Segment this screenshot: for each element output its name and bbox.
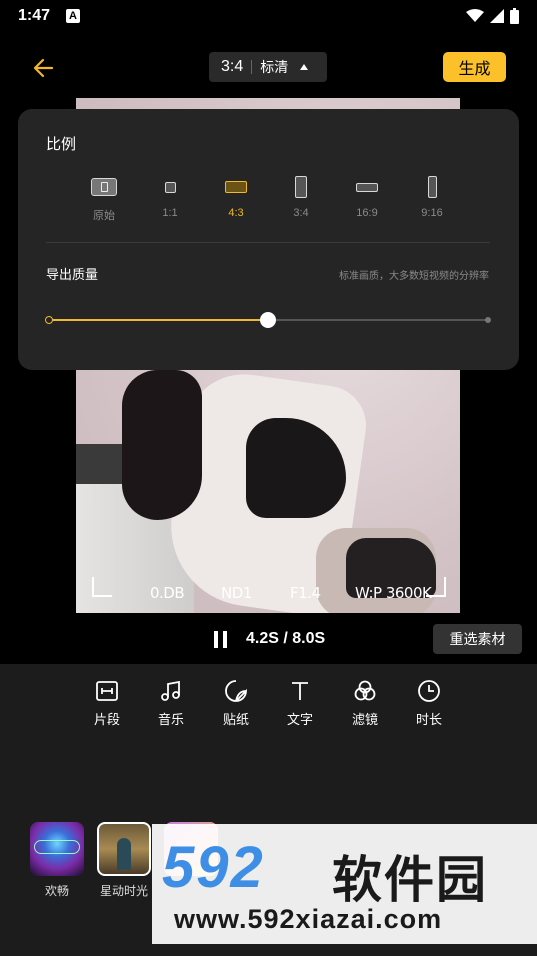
music-thumb [30,822,84,876]
back-button[interactable] [28,54,60,82]
playback-row: 4.2S / 8.0S 重选素材 [0,622,537,656]
quality-value: 标清 [260,59,289,75]
music-item-label: 欢畅 [44,884,69,898]
playback-time: 4.2S / 8.0S [246,630,326,647]
cam-overlay-wb: W:P 3600K [355,584,432,602]
tool-label-music: 音乐 [157,712,184,727]
ratio-popup: 比例 原始 1:1 4:3 3:4 16:9 9:16 导出质量 标准画质，大多… [18,109,519,370]
ratio-label-3-4: 3:4 [293,207,309,219]
ratio-label-4-3: 4:3 [228,207,244,219]
ratio-option-1-1[interactable]: 1:1 [144,175,196,219]
watermark-url: www.592xiazai.com [174,904,443,934]
notification-icon: A [66,9,81,23]
dropdown-divider [251,60,253,74]
quality-title: 导出质量 [46,267,99,282]
ratio-9-16-icon [427,176,437,198]
cam-overlay-f: F1.4 [290,584,321,602]
ratio-label-1-1: 1:1 [162,207,178,219]
tool-sticker[interactable]: 贴纸 [211,678,261,728]
video-figure-hair [122,370,202,520]
ratio-16-9-icon [356,182,378,192]
tool-label-clip: 片段 [93,712,120,727]
tool-label-text: 文字 [286,712,313,727]
ratio-option-original[interactable]: 原始 [78,175,130,223]
cam-overlay-db: 0.DB [150,584,185,602]
viewfinder-corner-bl [92,577,112,597]
filter-icon [354,680,376,701]
ratio-3-4-icon [295,176,307,198]
ratio-quality-dropdown[interactable]: 3:4 标清 [209,52,327,82]
tool-duration[interactable]: 时长 [404,678,454,728]
caret-up-icon [300,64,309,70]
tool-label-sticker: 贴纸 [222,712,249,727]
tool-music[interactable]: 音乐 [146,678,196,728]
tool-clip[interactable]: 片段 [82,678,132,728]
ratio-original-icon [91,178,117,196]
tool-text[interactable]: 文字 [275,678,325,728]
quality-slider-fill [48,319,268,321]
quality-slider-end [485,317,491,323]
tool-label-duration: 时长 [415,712,442,727]
music-item[interactable]: 欢畅 [28,822,86,899]
ratio-4-3-icon [225,181,247,193]
generate-button[interactable]: 生成 [443,52,506,82]
status-time: 1:47 [18,7,51,24]
ratio-option-4-3[interactable]: 4:3 [210,175,262,219]
watermark-name: 软件园 [332,852,488,908]
ratio-value: 3:4 [221,58,244,75]
clock-icon [418,680,440,702]
quality-slider-thumb[interactable] [260,312,276,328]
tool-filter[interactable]: 滤镜 [340,678,390,728]
ratio-option-16-9[interactable]: 16:9 [341,175,393,219]
music-thumb [97,822,151,876]
arrow-left-icon [33,58,54,78]
ratio-option-9-16[interactable]: 9:16 [406,175,458,219]
clip-icon [96,681,118,701]
quality-slider[interactable] [45,312,491,328]
ratio-1-1-icon [164,181,176,193]
watermark-overlay: 592 软件园 www.592xiazai.com [152,824,537,944]
status-icons [466,8,519,24]
sticker-icon [225,680,247,702]
wifi-icon [466,9,484,22]
music-icon [161,680,180,701]
music-item-label: 星动时光 [99,884,148,898]
ratio-title: 比例 [46,136,77,153]
ratio-option-3-4[interactable]: 3:4 [275,175,327,219]
popup-divider [46,242,490,243]
tool-label-filter: 滤镜 [351,712,378,727]
reselect-material-button[interactable]: 重选素材 [433,624,522,654]
battery-icon [510,8,519,24]
pause-icon[interactable] [214,631,228,648]
text-icon [292,682,308,700]
music-item[interactable]: 星动时光 [95,822,153,899]
watermark-number: 592 [162,835,265,900]
signal-icon [490,9,504,23]
quality-slider-start [45,316,53,324]
ratio-label-16-9: 16:9 [356,207,378,219]
cam-overlay-nd: ND1 [221,584,252,602]
quality-description: 标准画质，大多数短视频的分辨率 [339,271,489,282]
top-bar: 3:4 标清 生成 [0,48,537,88]
ratio-label-9-16: 9:16 [421,207,443,219]
status-bar: 1:47 A [0,0,537,32]
ratio-label-original: 原始 [93,210,115,222]
